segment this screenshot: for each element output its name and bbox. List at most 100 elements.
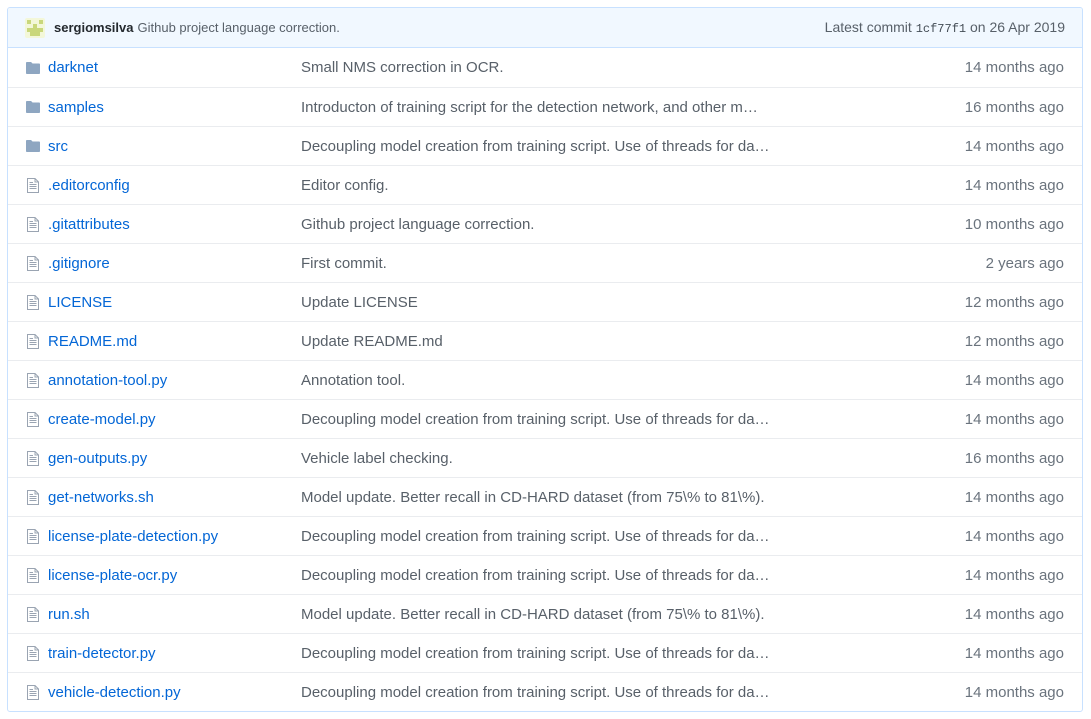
file-icon-graphic xyxy=(27,567,39,583)
file-row: .gitattributes Github project language co… xyxy=(8,204,1082,243)
folder-icon-graphic xyxy=(26,61,40,74)
file-name-link[interactable]: vehicle-detection.py xyxy=(48,684,301,701)
file-row: src Decoupling model creation from traini… xyxy=(8,126,1082,165)
commit-sha-link[interactable]: 1cf77f1 xyxy=(916,22,966,36)
file-icon-graphic xyxy=(27,216,39,232)
file-commit-message-link[interactable]: Editor config. xyxy=(301,177,783,194)
file-commit-message-link[interactable]: Model update. Better recall in CD-HARD d… xyxy=(301,606,783,623)
file-row: create-model.py Decoupling model creation… xyxy=(8,399,1082,438)
commit-author-link[interactable]: sergiomsilva xyxy=(54,20,134,35)
file-commit-message-link[interactable]: Annotation tool. xyxy=(301,372,783,389)
file-name-link[interactable]: LICENSE xyxy=(48,294,301,311)
file-name-link[interactable]: get-networks.sh xyxy=(48,489,301,506)
file-age: 16 months ago xyxy=(964,98,1064,116)
file-name-link[interactable]: src xyxy=(48,138,301,155)
file-age: 14 months ago xyxy=(964,683,1064,701)
file-age: 14 months ago xyxy=(964,566,1064,584)
file-name-link[interactable]: train-detector.py xyxy=(48,645,301,662)
file-commit-message-link[interactable]: Decoupling model creation from training … xyxy=(301,138,783,155)
file-commit-message-link[interactable]: Model update. Better recall in CD-HARD d… xyxy=(301,489,783,506)
file-commit-message-link[interactable]: Introducton of training script for the d… xyxy=(301,99,783,116)
commit-date: on 26 Apr 2019 xyxy=(970,19,1065,35)
file-icon-graphic xyxy=(27,528,39,544)
file-icon-graphic xyxy=(27,489,39,505)
file-name-link[interactable]: annotation-tool.py xyxy=(48,372,301,389)
file-age: 14 months ago xyxy=(964,371,1064,389)
file-name-link[interactable]: .gitignore xyxy=(48,255,301,272)
file-name-link[interactable]: run.sh xyxy=(48,606,301,623)
file-row: README.md Update README.md 12 months ago xyxy=(8,321,1082,360)
file-commit-message-link[interactable]: Decoupling model creation from training … xyxy=(301,567,783,584)
file-age: 14 months ago xyxy=(964,605,1064,623)
file-icon xyxy=(25,489,41,505)
file-commit-message-link[interactable]: Decoupling model creation from training … xyxy=(301,411,783,428)
file-icon xyxy=(25,216,41,232)
file-age: 14 months ago xyxy=(964,176,1064,194)
file-icon-graphic xyxy=(27,684,39,700)
file-name-link[interactable]: .gitattributes xyxy=(48,216,301,233)
file-icon xyxy=(25,684,41,700)
folder-icon xyxy=(25,99,41,115)
file-list: darknet Small NMS correction in OCR. 14 mo… xyxy=(8,48,1082,711)
file-row: .editorconfig Editor config. 14 months ago xyxy=(8,165,1082,204)
repository-file-browser: sergiomsilva Github project language cor… xyxy=(7,7,1083,712)
file-icon xyxy=(25,567,41,583)
file-commit-message-link[interactable]: Decoupling model creation from training … xyxy=(301,645,783,662)
file-row: vehicle-detection.py Decoupling model cre… xyxy=(8,672,1082,711)
file-commit-message-link[interactable]: Decoupling model creation from training … xyxy=(301,528,783,545)
commit-message-link[interactable]: Github project language correction. xyxy=(138,20,340,35)
file-icon-graphic xyxy=(27,372,39,388)
file-row: .gitignore First commit. 2 years ago xyxy=(8,243,1082,282)
file-icon xyxy=(25,606,41,622)
file-name-link[interactable]: .editorconfig xyxy=(48,177,301,194)
folder-icon xyxy=(25,60,41,76)
file-age: 14 months ago xyxy=(964,527,1064,545)
file-icon xyxy=(25,645,41,661)
file-name-link[interactable]: gen-outputs.py xyxy=(48,450,301,467)
file-age: 2 years ago xyxy=(985,254,1064,272)
file-icon-graphic xyxy=(27,411,39,427)
file-row: samples Introducton of training script fo… xyxy=(8,87,1082,126)
file-age: 12 months ago xyxy=(964,293,1064,311)
avatar-icon[interactable] xyxy=(25,17,45,38)
file-age: 12 months ago xyxy=(964,332,1064,350)
file-icon-graphic xyxy=(27,294,39,310)
file-commit-message-link[interactable]: Update LICENSE xyxy=(301,294,783,311)
file-name-link[interactable]: README.md xyxy=(48,333,301,350)
folder-icon-graphic xyxy=(26,140,40,152)
file-row: darknet Small NMS correction in OCR. 14 mo… xyxy=(8,48,1082,87)
file-icon xyxy=(25,177,41,193)
file-icon-graphic xyxy=(27,645,39,661)
file-commit-message-link[interactable]: Github project language correction. xyxy=(301,216,783,233)
file-icon-graphic xyxy=(27,333,39,349)
file-row: gen-outputs.py Vehicle label checking. 16 … xyxy=(8,438,1082,477)
file-commit-message-link[interactable]: Vehicle label checking. xyxy=(301,450,783,467)
file-age: 14 months ago xyxy=(964,59,1064,76)
file-row: LICENSE Update LICENSE 12 months ago xyxy=(8,282,1082,321)
file-icon xyxy=(25,528,41,544)
file-icon xyxy=(25,411,41,427)
file-age: 14 months ago xyxy=(964,137,1064,155)
file-name-link[interactable]: license-plate-detection.py xyxy=(48,528,301,545)
latest-commit-bar: sergiomsilva Github project language cor… xyxy=(8,8,1082,48)
file-age: 14 months ago xyxy=(964,488,1064,506)
file-row: get-networks.sh Model update. Better reca… xyxy=(8,477,1082,516)
file-icon xyxy=(25,333,41,349)
file-name-link[interactable]: samples xyxy=(48,99,301,116)
file-row: run.sh Model update. Better recall in CD-… xyxy=(8,594,1082,633)
folder-icon xyxy=(25,138,41,154)
file-age: 16 months ago xyxy=(964,449,1064,467)
file-row: train-detector.py Decoupling model creati… xyxy=(8,633,1082,672)
file-commit-message-link[interactable]: Small NMS correction in OCR. xyxy=(301,59,783,76)
file-commit-message-link[interactable]: Decoupling model creation from training … xyxy=(301,684,783,701)
file-commit-message-link[interactable]: First commit. xyxy=(301,255,783,272)
file-name-link[interactable]: darknet xyxy=(48,59,301,76)
folder-icon-graphic xyxy=(26,101,40,113)
file-icon xyxy=(25,255,41,271)
file-name-link[interactable]: create-model.py xyxy=(48,411,301,428)
file-icon-graphic xyxy=(27,450,39,466)
file-commit-message-link[interactable]: Update README.md xyxy=(301,333,783,350)
file-age: 14 months ago xyxy=(964,644,1064,662)
file-name-link[interactable]: license-plate-ocr.py xyxy=(48,567,301,584)
file-icon xyxy=(25,294,41,310)
